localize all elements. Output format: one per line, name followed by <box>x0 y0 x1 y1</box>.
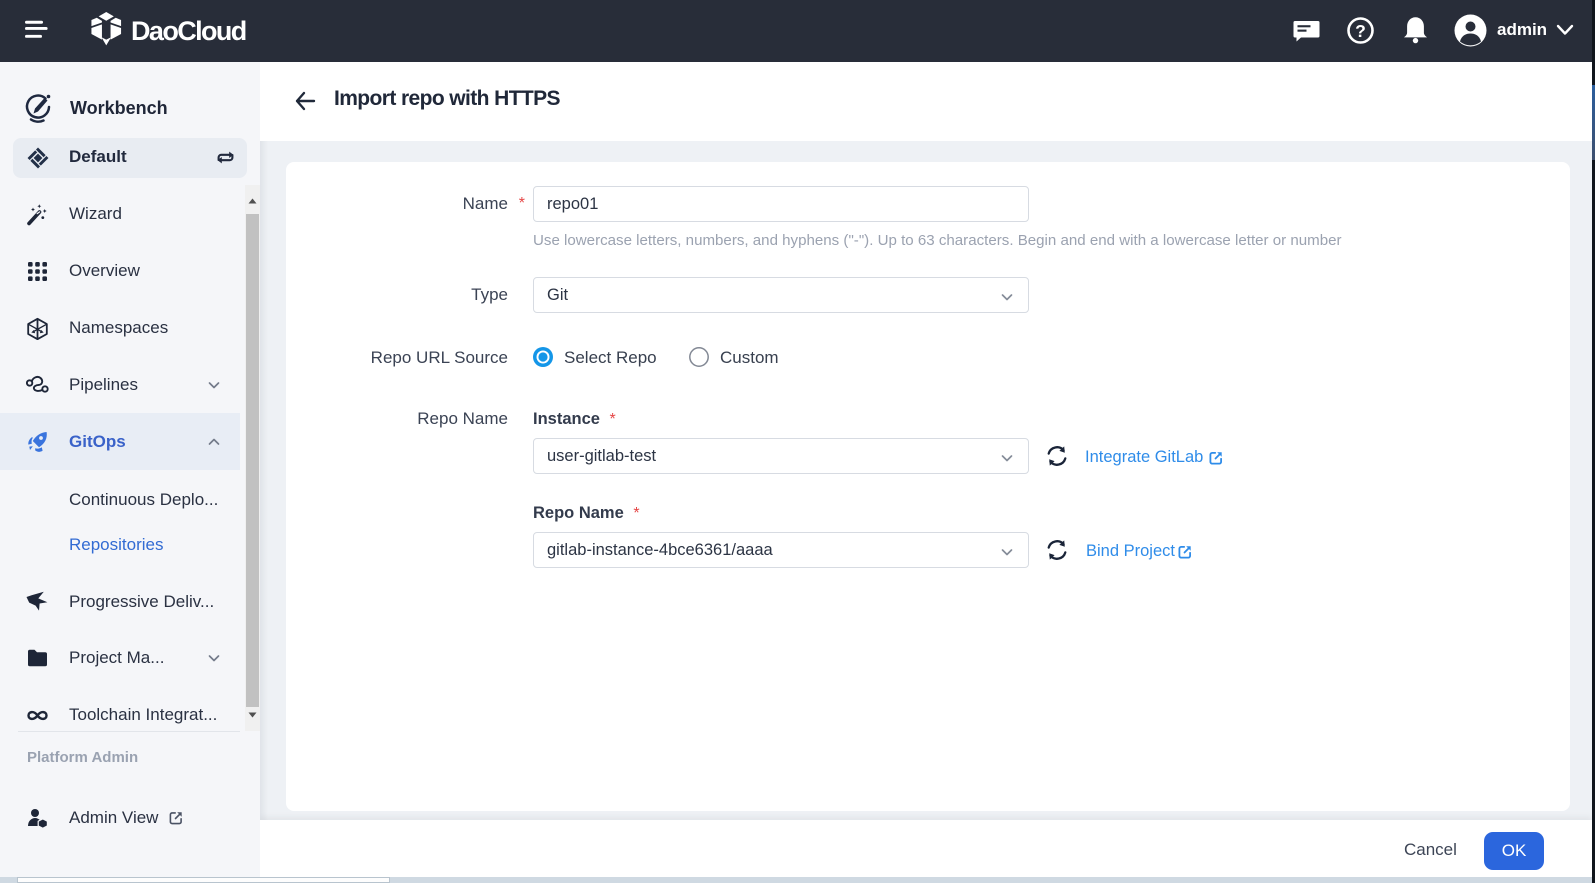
svg-text:?: ? <box>1355 21 1366 41</box>
